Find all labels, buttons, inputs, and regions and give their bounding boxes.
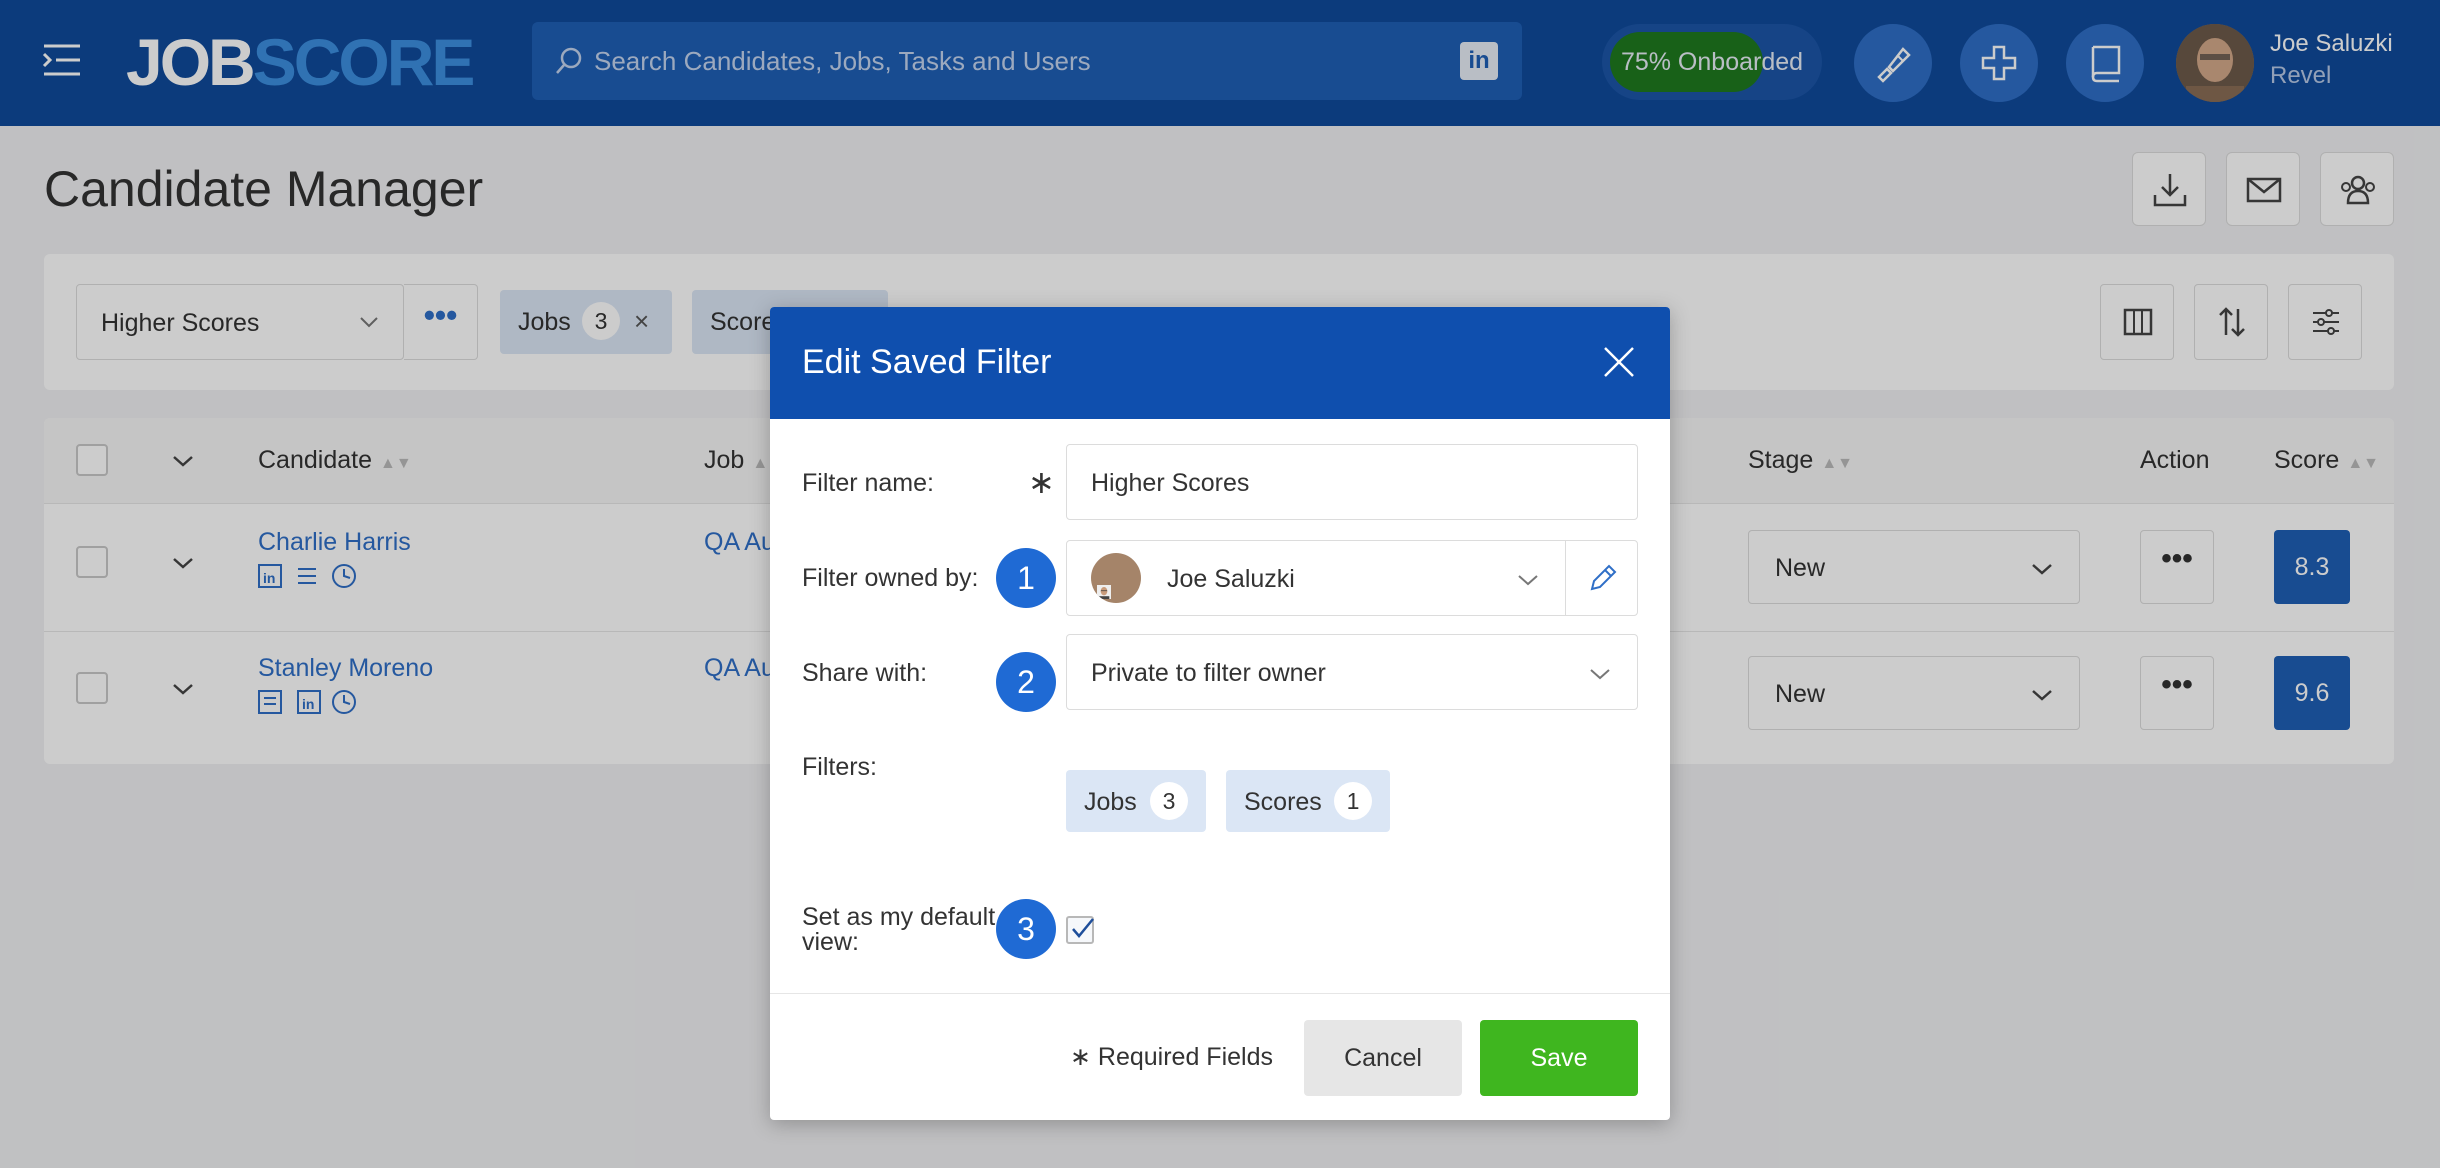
filter-name-input[interactable]: Higher Scores xyxy=(1066,444,1638,520)
save-button[interactable]: Save xyxy=(1480,1020,1638,1096)
step-badge-3: 3 xyxy=(996,899,1056,959)
step-badge-1: 1 xyxy=(996,548,1056,608)
filter-name-label: Filter name: xyxy=(802,469,934,497)
share-select[interactable]: Private to filter owner xyxy=(1066,634,1638,710)
owner-value: Joe Saluzki xyxy=(1167,565,1295,593)
checkmark-icon xyxy=(1072,918,1094,938)
filter-chip-scores: Scores 1 xyxy=(1226,770,1390,832)
owner-avatar xyxy=(1091,553,1141,603)
cancel-button[interactable]: Cancel xyxy=(1304,1020,1462,1096)
filter-chip-label: Scores xyxy=(1244,788,1322,816)
edit-owner-button[interactable] xyxy=(1565,540,1638,616)
filter-chip-label: Jobs xyxy=(1084,788,1137,816)
dialog-title: Edit Saved Filter xyxy=(802,343,1052,381)
filter-chip-jobs: Jobs 3 xyxy=(1066,770,1206,832)
share-label: Share with: xyxy=(802,659,928,687)
required-fields-note: ∗ Required Fields xyxy=(1070,1043,1273,1071)
step-badge-2: 2 xyxy=(996,652,1056,712)
filters-label: Filters: xyxy=(802,753,877,781)
pencil-icon xyxy=(1590,564,1617,591)
edit-saved-filter-dialog: Edit Saved Filter Filter name: ∗ Higher … xyxy=(770,307,1670,1120)
filter-name-value: Higher Scores xyxy=(1091,469,1250,497)
default-view-checkbox[interactable] xyxy=(1066,916,1094,944)
share-value: Private to filter owner xyxy=(1091,659,1326,687)
dialog-header: Edit Saved Filter xyxy=(770,307,1670,419)
chevron-down-icon xyxy=(1590,669,1610,680)
owner-select[interactable]: Joe Saluzki xyxy=(1066,540,1566,616)
dialog-footer: ∗ Required Fields Cancel Save xyxy=(770,993,1670,1120)
owner-photo-icon xyxy=(1097,585,1111,599)
owner-label: Filter owned by: xyxy=(802,564,979,592)
close-icon[interactable] xyxy=(1602,345,1636,379)
chevron-down-icon xyxy=(1518,575,1538,586)
required-mark: ∗ xyxy=(1028,464,1055,500)
default-view-label: Set as my default view: xyxy=(802,903,996,956)
filter-chip-count: 3 xyxy=(1150,782,1188,820)
filter-chip-count: 1 xyxy=(1334,782,1372,820)
